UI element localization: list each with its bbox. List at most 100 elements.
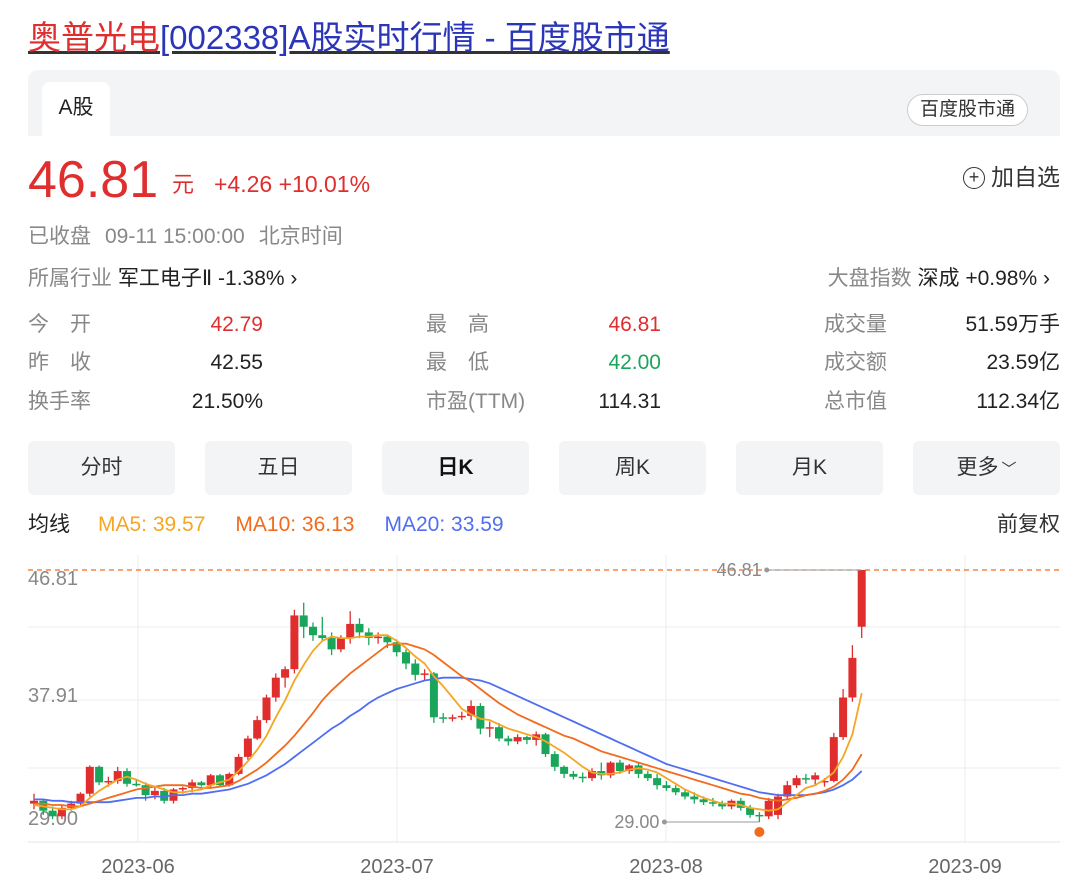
low-value: 42.00 [608, 351, 661, 374]
candle-body [653, 778, 662, 786]
candle-body [420, 673, 429, 675]
ma5-value: MA5: 39.57 [98, 513, 206, 536]
candle-body [178, 788, 187, 790]
add-favorite-label: 加自选 [991, 164, 1060, 190]
candle-body [132, 783, 141, 786]
candle-body [243, 738, 252, 757]
candle-body [671, 788, 680, 793]
high-label: 最 高 [426, 313, 489, 336]
candle-body [281, 669, 290, 678]
index-name: 深成 [917, 267, 960, 290]
candle-body [643, 773, 652, 779]
market-cap-label: 总市值 [824, 390, 887, 413]
industry-name: 军工电子Ⅱ [117, 267, 213, 290]
index-label: 大盘指数 [827, 267, 912, 290]
trading-status: 已收盘 09-11 15:00:00 北京时间 [28, 222, 357, 252]
candle-body [346, 623, 355, 639]
candle-body [801, 778, 810, 780]
y-tick-label: 46.81 [28, 568, 78, 590]
add-favorite-button[interactable]: + 加自选 [963, 161, 1060, 193]
ma-label: 均线 [28, 513, 70, 536]
price-change: +4.26 +10.01% [214, 168, 370, 200]
tab-daily-k[interactable]: 日K [382, 441, 529, 495]
chevron-right-icon: › [290, 267, 298, 290]
min-marker-dot [661, 819, 667, 825]
open-value: 42.79 [210, 313, 263, 336]
candle-body [439, 717, 448, 719]
candle-body [485, 727, 494, 729]
candle-body [513, 737, 522, 742]
tab-weekly-k[interactable]: 周K [559, 441, 706, 495]
candle-body [318, 635, 327, 639]
quote-time: 09-11 15:00:00 [105, 225, 245, 248]
candle-body [374, 636, 383, 639]
industry-change: -1.38% [218, 267, 285, 290]
amount-value: 23.59亿 [986, 351, 1060, 374]
candle-body [792, 778, 801, 786]
index-link[interactable]: 大盘指数 深成 +0.98% › [828, 264, 1050, 294]
candle-body [550, 754, 559, 767]
candle-body [402, 652, 410, 664]
candle-body [504, 738, 513, 742]
adjust-mode-button[interactable]: 前复权 [997, 510, 1060, 540]
candle-body [681, 792, 689, 797]
industry-label: 所属行业 [28, 267, 112, 290]
candle-body [48, 810, 57, 817]
candle-body [755, 814, 764, 817]
candle-body [271, 677, 280, 698]
ma20-line [34, 676, 863, 804]
candle-body [411, 663, 420, 675]
tab-five-day[interactable]: 五日 [205, 441, 352, 495]
candle-body [774, 796, 782, 815]
open-label: 今 开 [28, 313, 91, 336]
price-unit: 元 [172, 172, 195, 197]
min-price-label: 29.00 [614, 812, 659, 832]
candle-body [95, 766, 104, 783]
source-badge[interactable]: 百度股市通 [906, 94, 1028, 126]
chevron-down-icon: ﹀ [1001, 461, 1017, 478]
ma10-value: MA10: 36.13 [235, 513, 355, 536]
candle-body [764, 800, 773, 817]
candle-body [615, 762, 624, 772]
tab-a-share[interactable]: A股 [42, 82, 110, 136]
change-amount: +4.26 [214, 171, 273, 197]
candle-body [569, 773, 578, 777]
stock-name[interactable]: 奥普光电 [28, 19, 160, 56]
tab-intraday[interactable]: 分时 [28, 441, 175, 495]
max-price-label: 46.81 [717, 560, 762, 580]
tab-more[interactable]: 更多 ﹀ [913, 441, 1060, 495]
market-cap-value: 112.34亿 [976, 390, 1060, 413]
ma-legend: 均线 MA5: 39.57 MA10: 36.13 MA20: 33.59 [28, 510, 532, 540]
index-change: +0.98% [965, 267, 1038, 290]
candle-body [150, 790, 159, 796]
low-point-dot [754, 827, 765, 837]
candle-body [104, 780, 113, 783]
market-tab-bar: A股 百度股市通 [28, 70, 1060, 136]
candle-body [327, 638, 336, 650]
period-tabs: 分时 五日 日K 周K 月K 更多 ﹀ [28, 441, 1060, 495]
y-tick-label: 37.91 [28, 685, 78, 707]
candle-body [578, 776, 587, 779]
candle-body [355, 623, 364, 633]
candle-body [495, 727, 503, 739]
high-value: 46.81 [608, 313, 661, 336]
candle-body [662, 785, 671, 789]
pe-label: 市盈(TTM) [426, 390, 526, 413]
tab-monthly-k[interactable]: 月K [736, 441, 883, 495]
max-marker-dot [764, 567, 770, 573]
tab-more-label: 更多 [956, 456, 999, 479]
prev-close-value: 42.55 [210, 351, 263, 374]
turnover-label: 换手率 [28, 390, 91, 413]
market-status: 已收盘 [28, 225, 91, 248]
candle-body [290, 615, 299, 670]
time-zone: 北京时间 [258, 225, 343, 248]
page-title-rest[interactable]: [002338]A股实时行情 - 百度股市通 [160, 19, 670, 56]
candle-body [309, 626, 317, 636]
candle-body [299, 615, 308, 627]
candle-body [848, 657, 857, 698]
amount-label: 成交额 [824, 351, 887, 374]
industry-link[interactable]: 所属行业 军工电子Ⅱ -1.38% › [28, 264, 297, 294]
page-title-link[interactable]: 奥普光电[002338]A股实时行情 - 百度股市通 [28, 16, 670, 60]
candle-body [197, 782, 206, 786]
kline-chart[interactable]: 46.81 37.91 29.00 2023-06 2023-07 2023-08 2023… [0, 555, 1080, 893]
